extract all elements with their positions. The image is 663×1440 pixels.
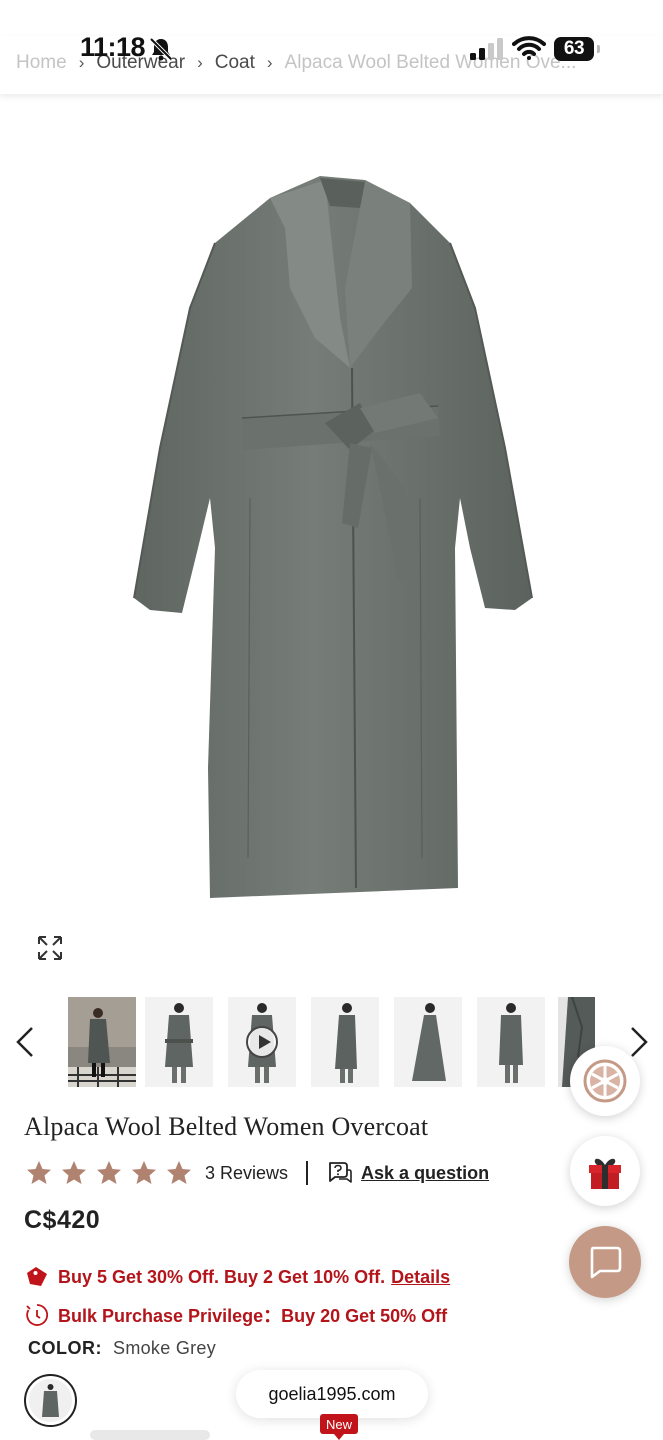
star-icon xyxy=(167,1161,191,1184)
expand-icon[interactable] xyxy=(36,934,64,962)
timer-icon xyxy=(26,1304,49,1326)
promo-discount-text: Buy 5 Get 30% Off. Buy 2 Get 10% Off. xyxy=(58,1266,386,1287)
arrow-left-icon[interactable] xyxy=(10,1022,40,1062)
site-url-pill[interactable]: goelia1995.com xyxy=(236,1370,428,1418)
promo-discount: Buy 5 Get 30% Off. Buy 2 Get 10% Off. De… xyxy=(24,1264,450,1290)
breadcrumb-coat[interactable]: Coat xyxy=(215,52,255,74)
breadcrumb: Home › Outerwear › Coat › Alpaca Wool Be… xyxy=(16,52,576,74)
star-icon xyxy=(27,1161,51,1184)
thumbnail-1[interactable] xyxy=(68,997,136,1087)
star-icon xyxy=(62,1161,86,1184)
thumbnail-image xyxy=(394,997,462,1087)
promo-details-link[interactable]: Details xyxy=(391,1267,450,1288)
chat-bubble-icon xyxy=(590,1246,622,1279)
breadcrumb-bar: Home › Outerwear › Coat › Alpaca Wool Be… xyxy=(0,36,663,94)
promo-bulk: Bulk Purchase Privilege：Buy 20 Get 50% O… xyxy=(24,1302,447,1328)
thumbnail-carousel xyxy=(0,994,663,1090)
breadcrumb-outerwear[interactable]: Outerwear xyxy=(96,52,185,74)
thumbnail-3-video[interactable] xyxy=(228,997,296,1087)
price-tag-icon xyxy=(27,1267,47,1286)
chat-button[interactable] xyxy=(569,1226,641,1298)
product-title: Alpaca Wool Belted Women Overcoat xyxy=(24,1112,429,1141)
question-bubble-icon[interactable] xyxy=(326,1160,352,1186)
rating-row: 3 Reviews Ask a question xyxy=(26,1158,489,1188)
coat-image xyxy=(133,176,533,898)
swatch-image xyxy=(29,1379,72,1422)
breadcrumb-current: Alpaca Wool Belted Women Ove... xyxy=(284,52,577,73)
thumbnail-image xyxy=(68,997,136,1087)
star-icon xyxy=(97,1161,121,1184)
lucky-wheel-button[interactable] xyxy=(570,1046,640,1116)
next-section-hint xyxy=(90,1430,210,1440)
breadcrumb-home[interactable]: Home xyxy=(16,52,67,74)
thumbnail-image xyxy=(477,997,545,1087)
reviews-link[interactable]: 3 Reviews xyxy=(205,1163,288,1184)
product-price: C$420 xyxy=(24,1206,101,1234)
star-icon xyxy=(132,1161,156,1184)
product-main-image[interactable] xyxy=(0,96,663,986)
color-label: COLOR: xyxy=(28,1338,102,1358)
chevron-right-icon: › xyxy=(78,53,85,72)
new-badge: New xyxy=(320,1414,358,1440)
thumbnail-image xyxy=(145,997,213,1087)
divider xyxy=(306,1161,309,1185)
promo-bulk-text: Bulk Purchase Privilege：Buy 20 Get 50% O… xyxy=(58,1306,448,1326)
thumbnail-5[interactable] xyxy=(394,997,462,1087)
thumbnail-image xyxy=(311,997,379,1087)
play-icon xyxy=(246,1026,278,1058)
gift-icon xyxy=(589,1158,621,1189)
thumbnail-4[interactable] xyxy=(311,997,379,1087)
swatch-coat-icon xyxy=(29,1379,72,1422)
color-swatch-smoke-grey[interactable] xyxy=(24,1374,77,1427)
thumbnail-2[interactable] xyxy=(145,997,213,1087)
thumbnail-6[interactable] xyxy=(477,997,545,1087)
color-value: Smoke Grey xyxy=(113,1338,217,1358)
gift-button[interactable] xyxy=(570,1136,640,1206)
ask-question-link[interactable]: Ask a question xyxy=(361,1163,489,1184)
chevron-right-icon: › xyxy=(197,53,203,72)
color-row: COLOR: Smoke Grey xyxy=(28,1338,216,1359)
chevron-right-icon: › xyxy=(266,53,273,72)
spin-wheel-icon xyxy=(583,1059,627,1103)
